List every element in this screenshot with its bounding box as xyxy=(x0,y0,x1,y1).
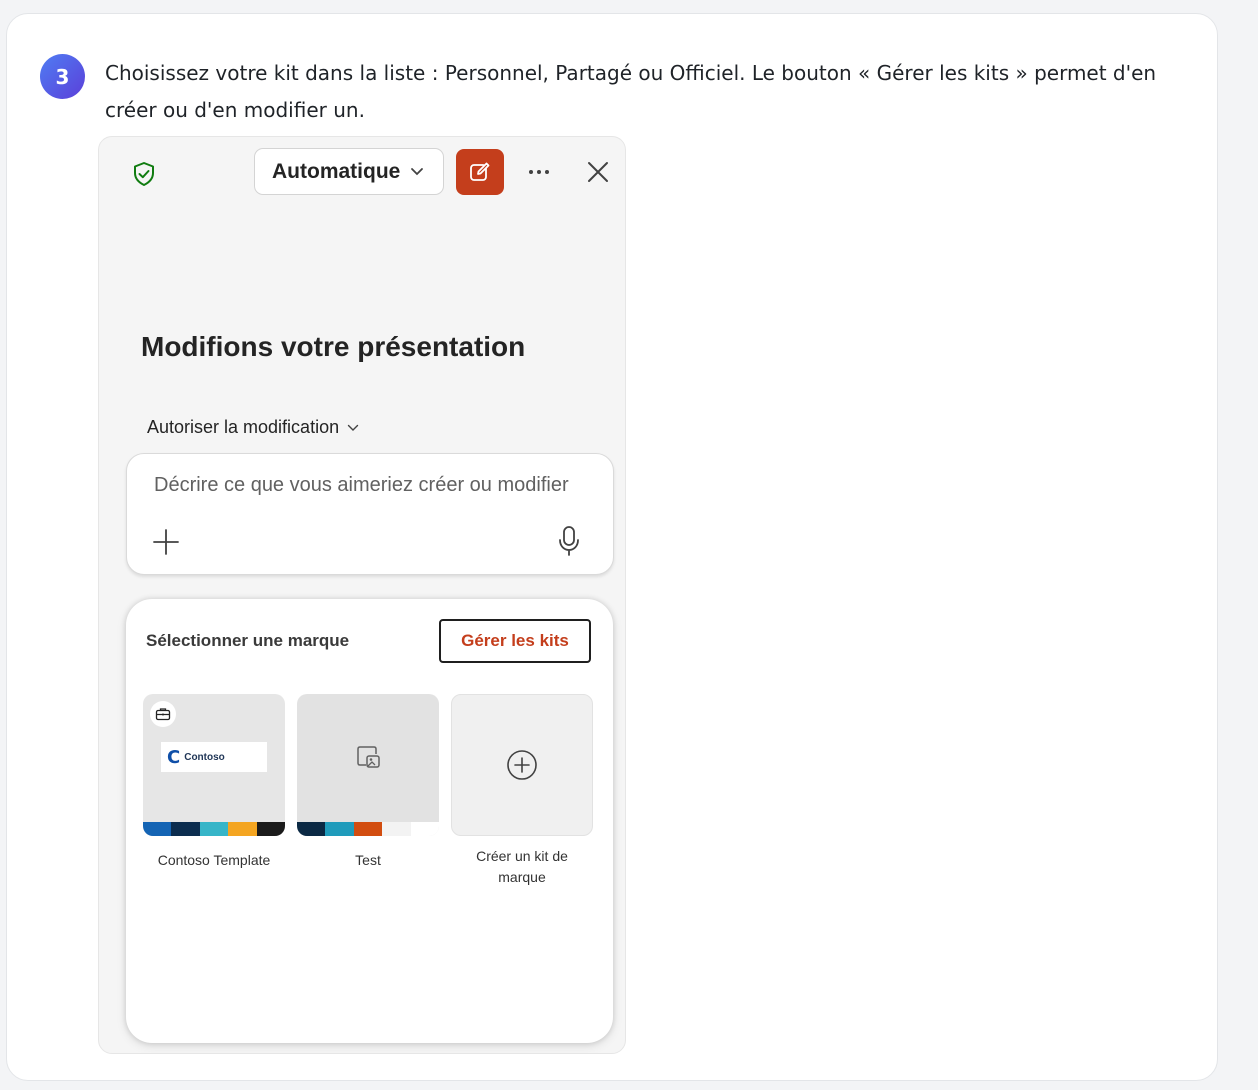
microphone-icon[interactable] xyxy=(557,525,581,557)
contoso-logo: C Contoso xyxy=(161,742,267,772)
allow-edit-label: Autoriser la modification xyxy=(147,417,340,437)
color-swatch xyxy=(382,822,411,836)
prompt-placeholder: Décrire ce que vous aimeriez créer ou mo… xyxy=(154,474,569,496)
color-swatch xyxy=(228,822,257,836)
color-swatches xyxy=(297,822,439,836)
compose-icon xyxy=(470,162,490,181)
more-options-button[interactable] xyxy=(526,159,552,185)
color-swatch xyxy=(410,822,439,836)
copilot-panel-screenshot: Automatique Modifions votre présentation… xyxy=(98,136,626,1054)
step-number-badge: 3 xyxy=(40,54,85,99)
panel-heading: Modifions votre présentation xyxy=(141,331,526,362)
chevron-down-icon xyxy=(411,167,424,175)
allow-edit-dropdown[interactable]: Autoriser la modification xyxy=(147,417,359,438)
image-placeholder-icon xyxy=(357,746,380,768)
brand-selector-sheet: Sélectionner une marque Gérer les kits C… xyxy=(126,599,613,1043)
add-circle-icon xyxy=(507,750,537,780)
color-swatches xyxy=(143,822,285,836)
color-swatch xyxy=(353,822,383,836)
brand-kit-label: Contoso Template xyxy=(157,852,271,868)
step-instruction: Choisissez votre kit dans la liste : Per… xyxy=(105,61,1157,122)
briefcase-icon xyxy=(155,708,171,721)
brand-kit-thumbnail xyxy=(297,694,439,836)
brand-kit-card[interactable]: Test xyxy=(297,694,439,871)
close-icon[interactable] xyxy=(585,159,611,185)
contoso-logo-mark: C xyxy=(167,746,181,768)
manage-kits-button[interactable]: Gérer les kits xyxy=(439,619,591,663)
plus-icon[interactable] xyxy=(150,526,182,558)
contoso-logo-text: Contoso xyxy=(184,751,225,763)
color-swatch xyxy=(143,822,172,836)
brand-kit-card[interactable]: C Contoso Contoso Template xyxy=(143,694,285,871)
shield-check-icon xyxy=(134,162,154,186)
prompt-input[interactable]: Décrire ce que vous aimeriez créer ou mo… xyxy=(126,453,614,575)
brand-kit-label: Test xyxy=(355,852,381,868)
color-swatch xyxy=(256,822,285,836)
color-swatch xyxy=(297,822,326,836)
create-brand-kit-card[interactable]: Créer un kit de marque xyxy=(451,694,593,888)
brand-selector-title: Sélectionner une marque xyxy=(146,631,350,650)
mode-dropdown-label: Automatique xyxy=(272,159,401,183)
official-kit-badge xyxy=(150,701,176,727)
create-kit-tile xyxy=(451,694,593,836)
chevron-down-icon xyxy=(347,424,359,431)
color-swatch xyxy=(199,822,229,836)
more-icon xyxy=(529,170,549,174)
color-swatch xyxy=(171,822,200,836)
brand-kit-thumbnail: C Contoso xyxy=(143,694,285,836)
mode-dropdown[interactable]: Automatique xyxy=(254,148,444,195)
color-swatch xyxy=(325,822,354,836)
new-edit-button[interactable] xyxy=(456,149,504,195)
create-kit-label: Créer un kit de marque xyxy=(476,848,568,885)
